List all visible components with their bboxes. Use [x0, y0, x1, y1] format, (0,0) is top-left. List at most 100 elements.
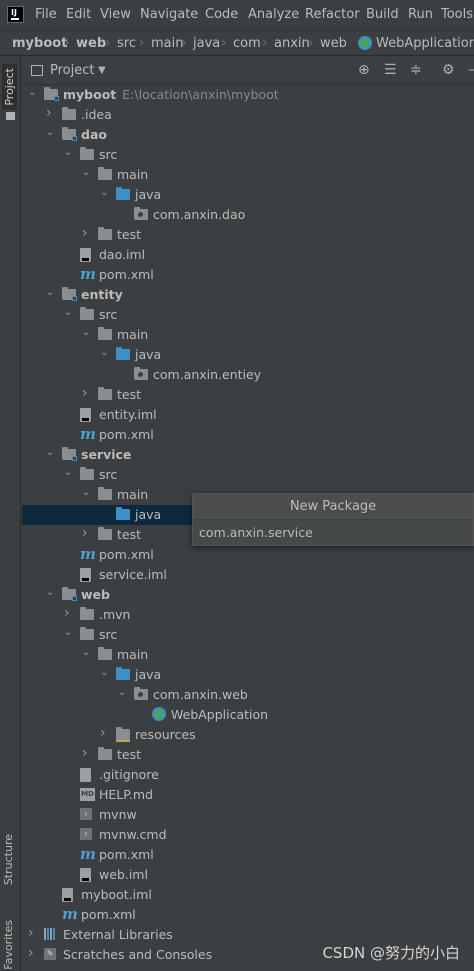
- chevron-right-icon[interactable]: ›: [46, 105, 58, 121]
- tree-node[interactable]: › test: [22, 385, 474, 405]
- chevron-down-icon[interactable]: ⌄: [82, 487, 94, 501]
- tree-node[interactable]: ⌄ main: [22, 645, 474, 665]
- tree-node[interactable]: › test: [22, 225, 474, 245]
- tree-node[interactable]: › mvnw.cmd: [22, 825, 474, 845]
- expand-all-icon[interactable]: ☰: [384, 62, 397, 78]
- tree-node[interactable]: ⌄ src: [22, 145, 474, 165]
- tree-node[interactable]: m pom.xml: [22, 425, 474, 445]
- tab-structure[interactable]: Structure: [2, 834, 15, 885]
- tree-node[interactable]: ⌄ src: [22, 625, 474, 645]
- menu-run[interactable]: Run: [408, 7, 433, 22]
- menu-refactor[interactable]: Refactor: [305, 7, 360, 22]
- chevron-down-icon[interactable]: ⌄: [82, 327, 94, 341]
- tree-node[interactable]: › mvnw: [22, 805, 474, 825]
- chevron-down-icon[interactable]: ⌄: [46, 447, 58, 461]
- breadcrumb-item[interactable]: web: [320, 36, 347, 51]
- tree-node[interactable]: › .mvn: [22, 605, 474, 625]
- tree-node[interactable]: ⌄ main: [22, 325, 474, 345]
- chevron-down-icon[interactable]: ⌄: [100, 187, 112, 201]
- breadcrumb-item[interactable]: java: [193, 36, 220, 51]
- menu-analyze[interactable]: Analyze: [248, 7, 299, 22]
- chevron-down-icon[interactable]: ▼: [98, 65, 106, 76]
- gear-icon[interactable]: ⚙: [442, 62, 455, 78]
- tree-node[interactable]: › resources: [22, 725, 474, 745]
- menu-navigate[interactable]: Navigate: [140, 7, 198, 22]
- folder-icon: [98, 387, 112, 400]
- chevron-down-icon[interactable]: ⌄: [82, 167, 94, 181]
- hide-icon[interactable]: –: [468, 62, 474, 78]
- breadcrumb-item[interactable]: com: [233, 36, 261, 51]
- chevron-down-icon[interactable]: ⌄: [46, 127, 58, 141]
- chevron-right-icon[interactable]: ›: [82, 525, 94, 541]
- breadcrumb-item[interactable]: src: [117, 36, 136, 51]
- tree-node[interactable]: web.iml: [22, 865, 474, 885]
- chevron-right-icon[interactable]: ›: [82, 225, 94, 241]
- chevron-down-icon[interactable]: ⌄: [64, 627, 76, 641]
- tree-node[interactable]: m pom.xml: [22, 265, 474, 285]
- breadcrumb-item[interactable]: main: [151, 36, 183, 51]
- tab-favorites[interactable]: Favorites: [2, 920, 15, 970]
- tree-node[interactable]: com.anxin.dao: [22, 205, 474, 225]
- tree-node[interactable]: MD HELP.md: [22, 785, 474, 805]
- menu-tools[interactable]: Tools: [441, 7, 473, 22]
- menu-file[interactable]: File: [35, 7, 57, 22]
- menu-build[interactable]: Build: [366, 7, 399, 22]
- tree-node[interactable]: m pom.xml: [22, 905, 474, 925]
- chevron-right-icon[interactable]: ›: [64, 605, 76, 621]
- tree-node[interactable]: ⌄ java: [22, 345, 474, 365]
- chevron-down-icon[interactable]: ⌄: [28, 87, 40, 101]
- tab-project[interactable]: Project: [2, 64, 17, 110]
- tree-node[interactable]: myboot.iml: [22, 885, 474, 905]
- chevron-right-icon[interactable]: ›: [82, 745, 94, 761]
- tree-node[interactable]: ⌄ java: [22, 665, 474, 685]
- tree-node[interactable]: ⌄ java: [22, 185, 474, 205]
- chevron-right-icon[interactable]: ›: [82, 385, 94, 401]
- chevron-down-icon[interactable]: ⌄: [46, 587, 58, 601]
- tree-node[interactable]: m pom.xml: [22, 845, 474, 865]
- tree-node[interactable]: ⌄ entity: [22, 285, 474, 305]
- tree-node[interactable]: ⌄ myboot E:\location\anxin\myboot: [22, 85, 474, 105]
- tree-node-label: test: [117, 227, 141, 242]
- locate-icon[interactable]: ⊕: [358, 62, 370, 78]
- package-name-input[interactable]: [193, 520, 473, 545]
- tree-node[interactable]: ⌄ dao: [22, 125, 474, 145]
- tree-node[interactable]: service.iml: [22, 565, 474, 585]
- chevron-down-icon[interactable]: ⌄: [100, 347, 112, 361]
- breadcrumb-item[interactable]: web: [76, 36, 106, 51]
- tree-node[interactable]: ⌄ com.anxin.web: [22, 685, 474, 705]
- tree-node[interactable]: dao.iml: [22, 245, 474, 265]
- menu-edit[interactable]: Edit: [66, 7, 91, 22]
- folder-icon: [80, 627, 94, 640]
- breadcrumb-item[interactable]: myboot: [12, 36, 67, 51]
- chevron-down-icon[interactable]: ⌄: [64, 467, 76, 481]
- tree-node[interactable]: ⌄ web: [22, 585, 474, 605]
- tree-node[interactable]: m pom.xml: [22, 545, 474, 565]
- tree-node[interactable]: entity.iml: [22, 405, 474, 425]
- tree-node[interactable]: .gitignore: [22, 765, 474, 785]
- menu-code[interactable]: Code: [205, 7, 238, 22]
- tree-node[interactable]: WebApplication: [22, 705, 474, 725]
- chevron-down-icon[interactable]: ⌄: [46, 287, 58, 301]
- chevron-down-icon[interactable]: ⌄: [82, 647, 94, 661]
- tree-node[interactable]: › .idea: [22, 105, 474, 125]
- tree-node[interactable]: › test: [22, 745, 474, 765]
- breadcrumb-item[interactable]: WebApplication: [376, 36, 474, 51]
- chevron-down-icon[interactable]: ⌄: [64, 307, 76, 321]
- tree-node[interactable]: ⌄ service: [22, 445, 474, 465]
- module-folder-icon: [44, 87, 59, 101]
- chevron-down-icon[interactable]: ⌄: [118, 687, 130, 701]
- project-view-selector[interactable]: Project: [50, 63, 94, 78]
- tree-node[interactable]: ⌄ main: [22, 165, 474, 185]
- chevron-down-icon[interactable]: ⌄: [100, 667, 112, 681]
- tree-node-name: myboot: [63, 87, 117, 102]
- chevron-right-icon[interactable]: ›: [28, 925, 40, 941]
- chevron-right-icon[interactable]: ›: [100, 725, 112, 741]
- collapse-all-icon[interactable]: ≑: [410, 62, 422, 78]
- tree-node[interactable]: com.anxin.entiey: [22, 365, 474, 385]
- menu-view[interactable]: View: [100, 7, 131, 22]
- tree-node[interactable]: ⌄ src: [22, 305, 474, 325]
- tree-node[interactable]: ⌄ src: [22, 465, 474, 485]
- chevron-right-icon[interactable]: ›: [28, 945, 40, 961]
- breadcrumb-item[interactable]: anxin: [274, 36, 310, 51]
- chevron-down-icon[interactable]: ⌄: [64, 147, 76, 161]
